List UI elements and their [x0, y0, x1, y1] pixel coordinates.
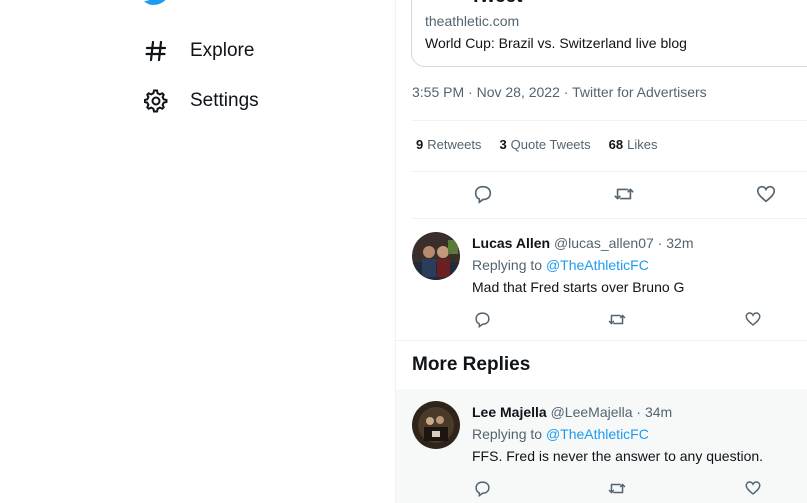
reply-button[interactable]: [470, 476, 494, 500]
reply-icon: [474, 185, 492, 204]
reply-text: FFS. Fred is never the answer to any que…: [472, 448, 764, 464]
reply-age[interactable]: 34m: [645, 404, 672, 420]
tweet-stats: 9 Retweets 3 Quote Tweets 68 Likes: [416, 137, 675, 152]
replying-to-prefix: Replying to: [472, 426, 543, 442]
link-card-title[interactable]: World Cup: Brazil vs. Switzerland live b…: [425, 35, 687, 51]
avatar[interactable]: [412, 401, 460, 449]
gear-icon: [143, 88, 169, 114]
like-button[interactable]: [741, 476, 765, 500]
retweet-icon: [614, 188, 634, 200]
divider: [411, 120, 807, 121]
reply-author: Lee Majella @LeeMajella · 34m: [472, 404, 672, 420]
author-handle[interactable]: @LeeMajella: [551, 404, 633, 420]
meta-separator: ·: [632, 404, 645, 420]
reply-icon: [474, 480, 490, 497]
retweet-button[interactable]: [605, 476, 629, 500]
twitter-logo-icon[interactable]: [143, 0, 171, 6]
heart-icon: [745, 481, 761, 495]
reply-button[interactable]: [470, 307, 494, 331]
tweet-meta: 3:55 PM · Nov 28, 2022 · Twitter for Adv…: [412, 84, 707, 100]
reply-author: Lucas Allen @lucas_allen07 · 32m: [472, 235, 693, 251]
like-button[interactable]: [741, 307, 765, 331]
nav-settings-label: Settings: [190, 90, 259, 111]
tweet-source[interactable]: Twitter for Advertisers: [572, 84, 707, 100]
reply-age[interactable]: 32m: [666, 235, 693, 251]
retweets-label: Retweets: [427, 137, 482, 152]
avatar[interactable]: [412, 232, 460, 280]
retweets-count: 9: [416, 137, 424, 152]
nav-explore-label: Explore: [190, 40, 255, 61]
link-card-domain: theathletic.com: [425, 13, 520, 29]
retweet-icon: [608, 483, 626, 493]
replying-to: Replying to @TheAthleticFC: [472, 426, 649, 442]
reply-icon: [474, 311, 490, 328]
likes-label: Likes: [627, 137, 658, 152]
like-button[interactable]: [754, 182, 778, 206]
heart-icon: [745, 312, 761, 326]
meta-separator: ·: [559, 84, 573, 100]
divider: [411, 218, 807, 219]
author-handle[interactable]: @lucas_allen07: [554, 235, 654, 251]
mention-link[interactable]: @TheAthleticFC: [546, 257, 649, 273]
quote-tweets-label: Quote Tweets: [510, 137, 591, 152]
author-name[interactable]: Lucas Allen: [472, 235, 550, 251]
replying-to: Replying to @TheAthleticFC: [472, 257, 649, 273]
more-replies-heading: More Replies: [412, 354, 531, 375]
link-card[interactable]: [411, 0, 807, 67]
hashtag-icon: [143, 38, 169, 64]
likes-stat[interactable]: 68 Likes: [609, 137, 658, 152]
meta-separator: ·: [653, 235, 667, 251]
divider: [411, 171, 807, 172]
tweet-time[interactable]: 3:55 PM: [412, 84, 464, 100]
retweet-button[interactable]: [605, 307, 629, 331]
likes-count: 68: [608, 137, 624, 152]
retweet-icon: [608, 314, 626, 324]
reply-text: Mad that Fred starts over Bruno G: [472, 279, 685, 295]
replying-to-prefix: Replying to: [472, 257, 543, 273]
reply-button[interactable]: [471, 182, 495, 206]
heart-icon: [756, 185, 776, 203]
meta-separator: ·: [464, 84, 477, 100]
author-name[interactable]: Lee Majella: [472, 404, 547, 420]
quote-tweets-count: 3: [499, 137, 507, 152]
nav-settings[interactable]: Settings: [143, 85, 259, 117]
nav-explore[interactable]: Explore: [143, 35, 254, 67]
retweet-button[interactable]: [612, 182, 636, 206]
retweets-stat[interactable]: 9 Retweets: [416, 137, 481, 152]
divider: [396, 340, 807, 341]
tweet-date[interactable]: Nov 28, 2022: [477, 84, 560, 100]
quote-tweets-stat[interactable]: 3 Quote Tweets: [499, 137, 590, 152]
mention-link[interactable]: @TheAthleticFC: [546, 426, 649, 442]
